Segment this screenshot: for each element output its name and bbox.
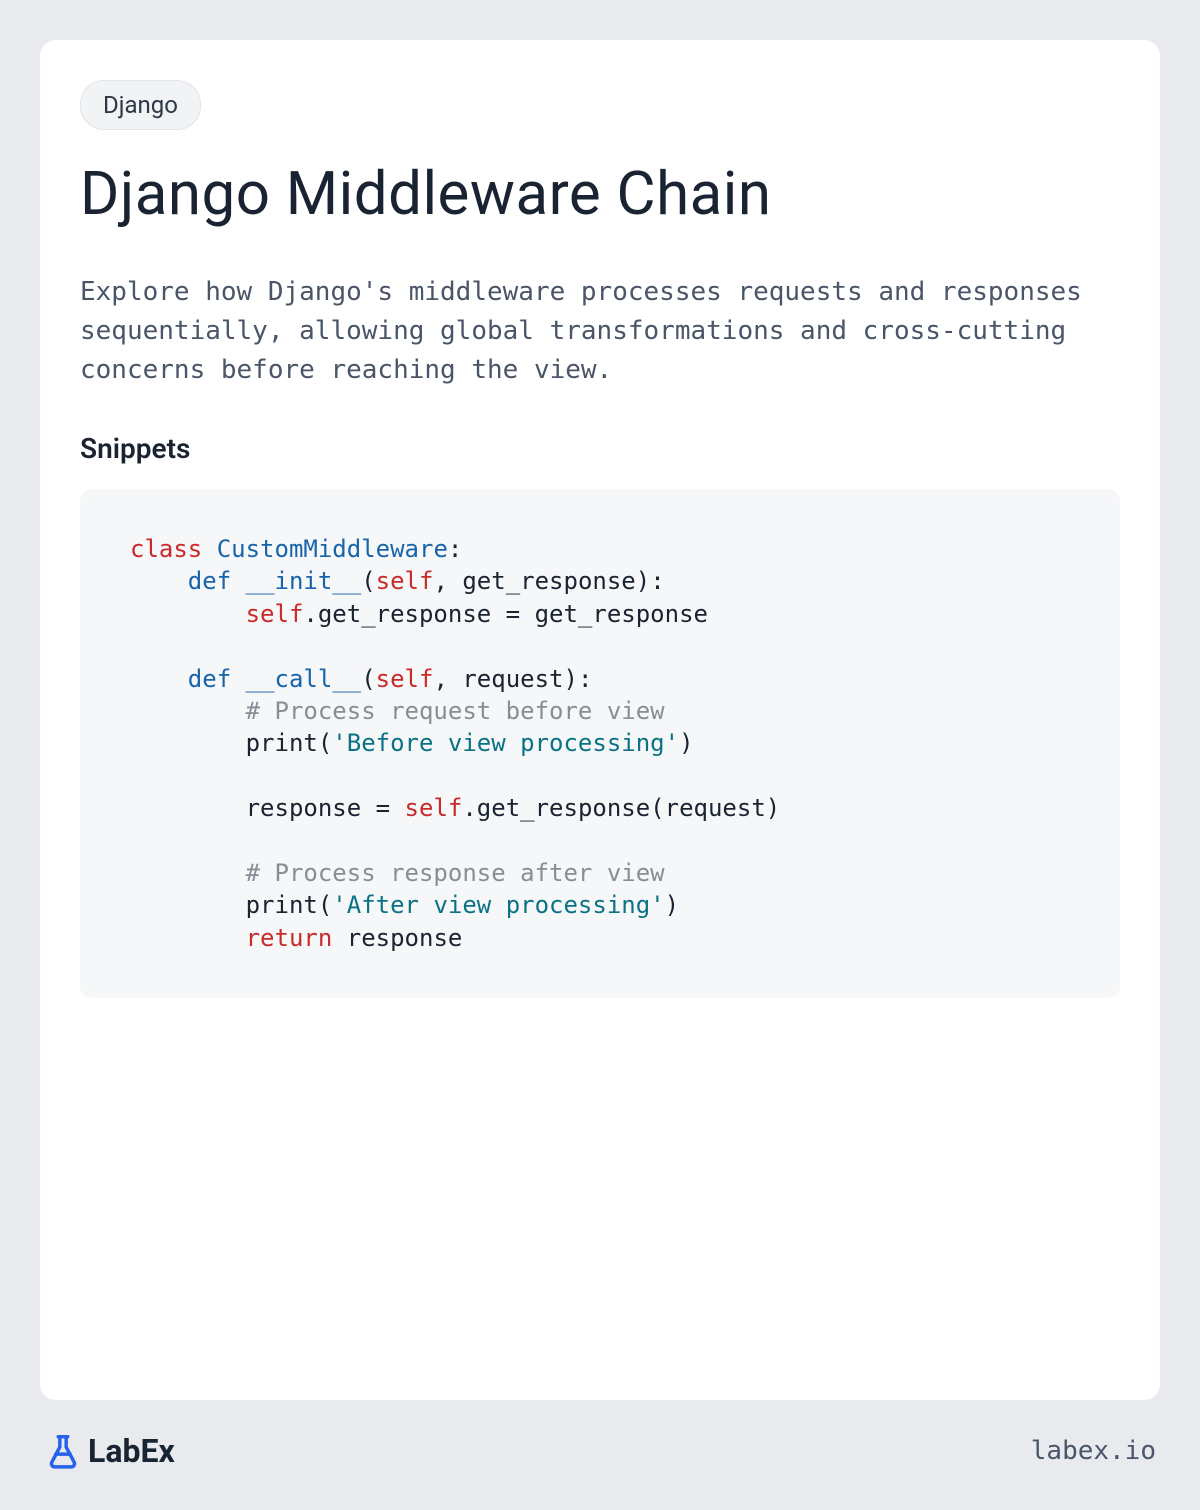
code-text: , request):: [433, 665, 592, 693]
code-keyword-def: def: [188, 665, 231, 693]
brand-name: LabEx: [88, 1432, 175, 1470]
description-text: Explore how Django's middleware processe…: [80, 273, 1120, 390]
main-card: Django Django Middleware Chain Explore h…: [40, 40, 1160, 1400]
code-snippet: class CustomMiddleware: def __init__(sel…: [80, 489, 1120, 998]
footer: LabEx labex.io: [40, 1432, 1160, 1470]
code-text: .get_response(request): [462, 794, 780, 822]
code-text: .get_response = get_response: [303, 600, 708, 628]
code-class-name: CustomMiddleware: [217, 535, 448, 563]
code-keyword-def: def: [188, 567, 231, 595]
code-func-name: __init__: [246, 567, 362, 595]
code-string: 'Before view processing': [332, 729, 679, 757]
code-text: print(: [246, 729, 333, 757]
code-func-name: __call__: [246, 665, 362, 693]
code-text: ): [665, 891, 679, 919]
code-text: , get_response):: [433, 567, 664, 595]
code-comment: # Process request before view: [246, 697, 665, 725]
code-self: self: [246, 600, 304, 628]
flask-icon: [44, 1432, 82, 1470]
page-title: Django Middleware Chain: [80, 158, 1120, 229]
code-self: self: [376, 567, 434, 595]
code-comment: # Process response after view: [246, 859, 665, 887]
code-text: response =: [246, 794, 405, 822]
code-text: response: [332, 924, 462, 952]
framework-tag: Django: [80, 80, 201, 130]
code-text: ): [679, 729, 693, 757]
code-text: (: [361, 567, 375, 595]
snippets-heading: Snippets: [80, 432, 1120, 465]
code-text: :: [448, 535, 462, 563]
code-text: (: [361, 665, 375, 693]
code-keyword-class: class: [130, 535, 202, 563]
site-url: labex.io: [1031, 1436, 1156, 1466]
code-string: 'After view processing': [332, 891, 664, 919]
code-text: print(: [246, 891, 333, 919]
code-keyword-return: return: [246, 924, 333, 952]
brand-logo: LabEx: [44, 1432, 175, 1470]
code-self: self: [405, 794, 463, 822]
code-self: self: [376, 665, 434, 693]
